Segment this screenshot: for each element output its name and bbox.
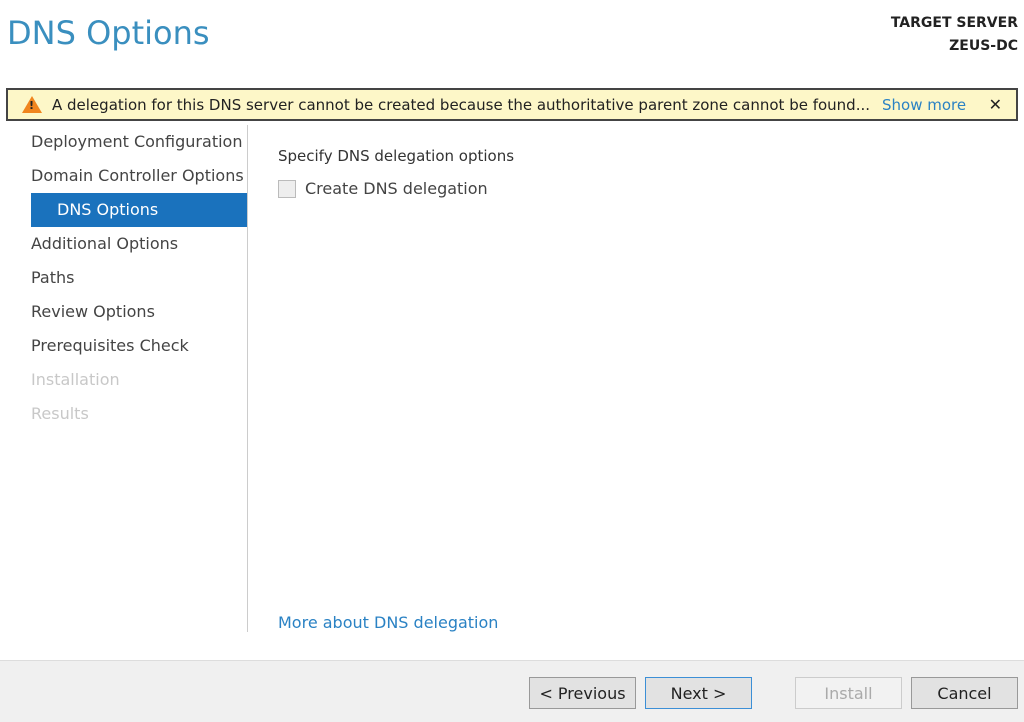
nav-item-dns-options[interactable]: DNS Options <box>31 193 247 227</box>
nav-item-domain-controller-options[interactable]: Domain Controller Options <box>0 159 247 193</box>
target-server-name: ZEUS-DC <box>891 35 1018 58</box>
previous-button[interactable]: < Previous <box>529 677 636 709</box>
create-dns-delegation-checkbox[interactable]: Create DNS delegation <box>278 179 514 198</box>
warning-message: A delegation for this DNS server cannot … <box>52 96 870 114</box>
show-more-link[interactable]: Show more <box>882 96 966 114</box>
target-server-label: TARGET SERVER <box>891 12 1018 35</box>
footer: < Previous Next > Install Cancel <box>0 660 1024 722</box>
warning-icon: ! <box>22 96 42 113</box>
section-heading: Specify DNS delegation options <box>278 147 514 165</box>
nav-item-paths[interactable]: Paths <box>0 261 247 295</box>
cancel-button[interactable]: Cancel <box>911 677 1018 709</box>
nav-item-additional-options[interactable]: Additional Options <box>0 227 247 261</box>
more-about-dns-delegation-link[interactable]: More about DNS delegation <box>278 613 498 632</box>
next-button[interactable]: Next > <box>645 677 752 709</box>
wizard-nav: Deployment Configuration Domain Controll… <box>0 125 248 632</box>
close-icon[interactable]: ✕ <box>989 95 1002 114</box>
page-title: DNS Options <box>7 14 210 52</box>
target-server: TARGET SERVER ZEUS-DC <box>891 12 1018 58</box>
nav-item-installation: Installation <box>0 363 247 397</box>
main-content: Specify DNS delegation options Create DN… <box>278 147 514 198</box>
warning-banner: ! A delegation for this DNS server canno… <box>6 88 1018 121</box>
checkbox-box[interactable] <box>278 180 296 198</box>
nav-item-results: Results <box>0 397 247 431</box>
nav-item-deployment-configuration[interactable]: Deployment Configuration <box>0 125 247 159</box>
nav-item-prerequisites-check[interactable]: Prerequisites Check <box>0 329 247 363</box>
install-button: Install <box>795 677 902 709</box>
checkbox-label: Create DNS delegation <box>305 179 488 198</box>
nav-item-review-options[interactable]: Review Options <box>0 295 247 329</box>
